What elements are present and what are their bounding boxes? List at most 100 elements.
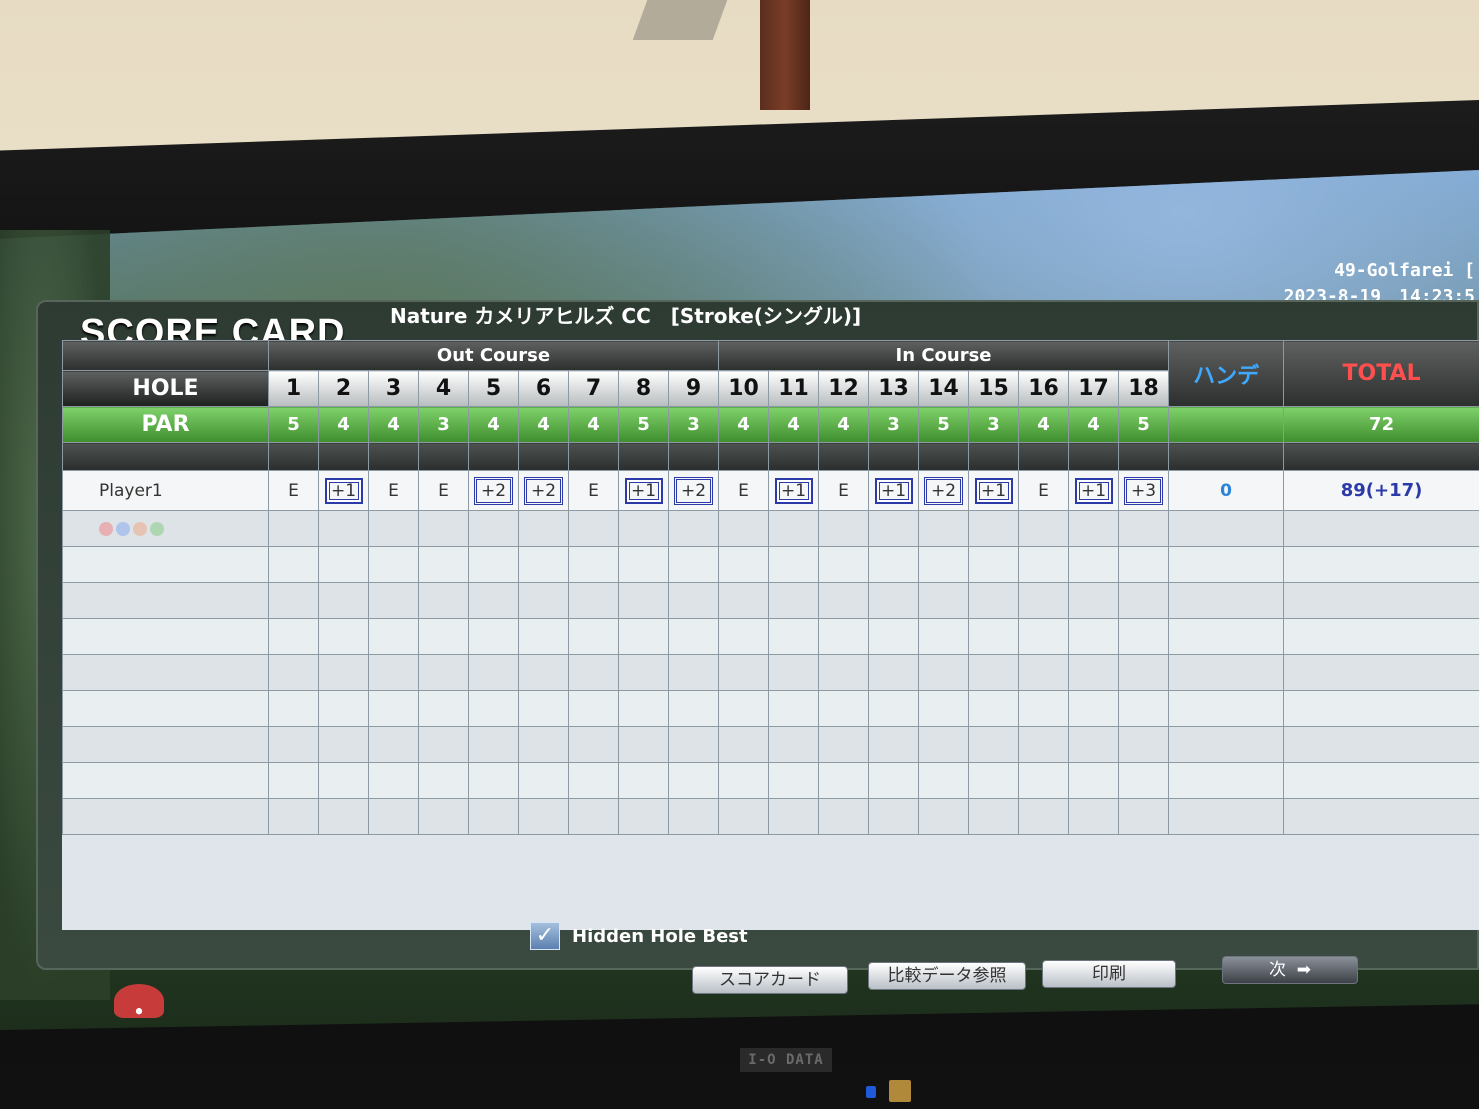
empty-cell xyxy=(568,726,619,763)
par-value: 3 xyxy=(668,406,719,443)
par-total: 72 xyxy=(1283,406,1479,443)
empty-cell xyxy=(668,618,719,655)
empty-cell xyxy=(718,654,769,691)
empty-cell xyxy=(968,546,1019,583)
empty-cell xyxy=(718,690,769,727)
score-cell: E xyxy=(418,470,469,511)
par-value: 4 xyxy=(1068,406,1119,443)
score-value: +2 xyxy=(673,476,714,505)
par-value: 4 xyxy=(368,406,419,443)
empty-cell xyxy=(618,510,669,547)
empty-cell xyxy=(318,654,369,691)
next-button[interactable]: 次 ➡ xyxy=(1222,956,1358,984)
course-header-blank xyxy=(62,340,269,371)
hole-number: 14 xyxy=(918,370,969,407)
print-button[interactable]: 印刷 xyxy=(1042,960,1176,988)
score-value: E xyxy=(1038,480,1049,501)
empty-cell xyxy=(318,762,369,799)
separator-cell xyxy=(568,442,619,471)
hidden-hole-best[interactable]: ✓ Hidden Hole Best xyxy=(530,922,748,950)
empty-cell xyxy=(668,690,719,727)
badge-icon xyxy=(116,521,130,536)
empty-cell xyxy=(1068,726,1119,763)
par-label: PAR xyxy=(62,406,269,443)
power-button[interactable] xyxy=(889,1080,911,1102)
score-value: +1 xyxy=(624,477,663,504)
empty-player-row xyxy=(62,546,1479,583)
empty-cell xyxy=(468,762,519,799)
empty-cell xyxy=(1283,798,1479,835)
par-value: 3 xyxy=(868,406,919,443)
arrow-right-icon: ➡ xyxy=(1291,960,1312,980)
empty-cell xyxy=(368,510,419,547)
empty-cell xyxy=(918,546,969,583)
empty-cell xyxy=(618,546,669,583)
empty-cell xyxy=(1117,510,1170,547)
score-value: E xyxy=(838,480,849,501)
player-row[interactable]: Player1 E +1 E E +2 +2 E +1 +2 E +1 E +1 +2 +1 E +1 +3 0 89… xyxy=(62,470,1479,511)
handicap-header: ハンデ xyxy=(1168,340,1285,407)
empty-cell xyxy=(568,798,619,835)
score-value: E xyxy=(438,480,449,501)
course-name: Nature カメリアヒルズ CC [Stroke(シングル)] xyxy=(390,304,862,328)
empty-cell xyxy=(1168,654,1285,691)
hole-number: 3 xyxy=(368,370,419,407)
score-cell: +1 xyxy=(868,470,919,511)
empty-cell xyxy=(718,510,769,547)
empty-cell xyxy=(968,798,1019,835)
hole-number: 9 xyxy=(668,370,719,407)
separator-cell xyxy=(1068,442,1119,471)
empty-cell xyxy=(418,798,469,835)
separator-cell xyxy=(1117,442,1170,471)
empty-cell xyxy=(1283,690,1479,727)
empty-cell xyxy=(918,726,969,763)
score-value: E xyxy=(288,480,299,501)
hole-number: 18 xyxy=(1117,370,1170,407)
empty-cell xyxy=(968,582,1019,619)
separator-cell xyxy=(718,442,769,471)
empty-cell xyxy=(568,546,619,583)
separator-cell xyxy=(868,442,919,471)
par-value: 5 xyxy=(268,406,319,443)
par-value: 4 xyxy=(568,406,619,443)
separator-cell xyxy=(1018,442,1069,471)
empty-cell xyxy=(568,510,619,547)
empty-cell xyxy=(418,726,469,763)
empty-cell xyxy=(568,690,619,727)
wall-shadow xyxy=(632,0,728,40)
empty-cell xyxy=(918,798,969,835)
empty-cell xyxy=(1168,510,1285,547)
empty-cell xyxy=(868,690,919,727)
par-value: 5 xyxy=(1117,406,1170,443)
badge-icon xyxy=(99,521,113,536)
empty-cell xyxy=(468,798,519,835)
empty-cell xyxy=(1068,618,1119,655)
empty-cell xyxy=(718,798,769,835)
empty-cell xyxy=(1018,762,1069,799)
empty-cell xyxy=(568,582,619,619)
empty-cell xyxy=(1168,618,1285,655)
monitor-brand-logo: I-O DATA xyxy=(740,1048,832,1072)
separator-cell xyxy=(468,442,519,471)
par-value: 4 xyxy=(1018,406,1069,443)
separator-cell xyxy=(268,442,319,471)
empty-cell xyxy=(468,654,519,691)
hidden-hole-best-checkbox[interactable]: ✓ xyxy=(530,922,560,950)
empty-cell xyxy=(568,762,619,799)
empty-cell xyxy=(318,510,369,547)
empty-cell xyxy=(968,690,1019,727)
empty-cell xyxy=(1068,654,1119,691)
empty-cell xyxy=(768,582,819,619)
compare-data-button[interactable]: 比較データ参照 xyxy=(868,962,1026,990)
empty-cell xyxy=(62,726,269,763)
empty-cell xyxy=(1283,510,1479,547)
empty-cell xyxy=(1068,762,1119,799)
badge-icon xyxy=(150,521,164,536)
hole-number: 16 xyxy=(1018,370,1069,407)
hole-number: 13 xyxy=(868,370,919,407)
empty-cell xyxy=(518,798,569,835)
scorecard-button[interactable]: スコアカード xyxy=(692,966,848,994)
empty-cell xyxy=(1168,798,1285,835)
empty-cell xyxy=(268,690,319,727)
separator-row xyxy=(62,442,1479,471)
